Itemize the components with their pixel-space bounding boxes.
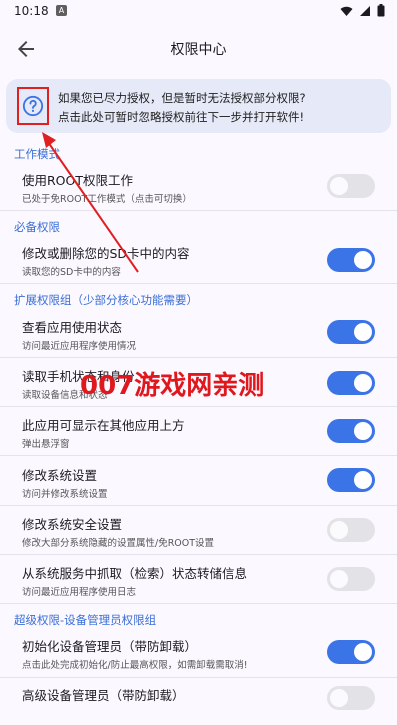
- toggle-switch-sdcard[interactable]: [327, 248, 375, 272]
- permission-item-sdcard[interactable]: 修改或删除您的SD卡中的内容 读取您的SD卡中的内容: [0, 238, 397, 283]
- permission-title: 使用ROOT权限工作: [22, 173, 133, 188]
- permission-title: 修改系统安全设置: [22, 517, 123, 532]
- permission-title: 查看应用使用状态: [22, 320, 123, 335]
- divider: [0, 554, 397, 555]
- permission-subtitle: 访问最近应用程序使用情况: [22, 341, 137, 352]
- watermark: 007游戏网亲测: [80, 371, 265, 401]
- banner-line-1: 如果您已尽力授权，但是暂时无法授权部分权限?: [58, 91, 306, 105]
- battery-icon: [377, 4, 385, 17]
- permission-subtitle: 已处于免ROOT工作模式（点击可切换）: [22, 194, 192, 205]
- permission-item-secure-settings[interactable]: 修改系统安全设置 修改大部分系统隐藏的设置属性/免ROOT设置: [0, 509, 397, 554]
- permission-subtitle: 访问并修改系统设置: [22, 489, 108, 500]
- permission-subtitle: 读取您的SD卡中的内容: [22, 267, 121, 278]
- divider: [0, 677, 397, 678]
- toggle-switch-secure-settings[interactable]: [327, 518, 375, 542]
- section-title-work-mode: 工作模式: [14, 147, 60, 161]
- permission-subtitle: 访问最近应用程序使用日志: [22, 587, 137, 598]
- permission-title: 高级设备管理员（带防卸载）: [22, 688, 185, 703]
- notification-badge: A: [56, 5, 67, 16]
- divider: [0, 283, 397, 284]
- permission-title: 修改系统设置: [22, 468, 98, 483]
- permission-item-write-settings[interactable]: 修改系统设置 访问并修改系统设置: [0, 460, 397, 505]
- toggle-switch-phone-state[interactable]: [327, 371, 375, 395]
- permission-subtitle: 弹出悬浮窗: [22, 439, 70, 450]
- permission-item-usage-stats[interactable]: 查看应用使用状态 访问最近应用程序使用情况: [0, 312, 397, 357]
- permission-title: 初始化设备管理员（带防卸载）: [22, 639, 198, 654]
- toggle-switch-root[interactable]: [327, 174, 375, 198]
- wifi-icon: [340, 6, 353, 16]
- signal-icon: [360, 5, 370, 16]
- divider: [0, 357, 397, 358]
- divider: [0, 603, 397, 604]
- page-title: 权限中心: [170, 42, 227, 58]
- toggle-switch-usage-stats[interactable]: [327, 320, 375, 344]
- status-icons: [340, 4, 385, 17]
- toggle-switch-write-settings[interactable]: [327, 468, 375, 492]
- permission-item-device-admin[interactable]: 初始化设备管理员（带防卸载） 点击此处完成初始化/防止最高权限，如需卸载需取消!: [0, 631, 397, 676]
- toggle-switch-advanced-admin[interactable]: [327, 686, 375, 710]
- permission-title: 此应用可显示在其他应用上方: [22, 418, 185, 433]
- help-button[interactable]: [17, 87, 49, 125]
- divider: [0, 505, 397, 506]
- permission-item-dump[interactable]: 从系统服务中抓取（检索）状态转储信息 访问最近应用程序使用日志: [0, 558, 397, 603]
- app-bar: 权限中心: [0, 24, 397, 74]
- status-time: 10:18: [14, 4, 49, 18]
- permission-title: 从系统服务中抓取（检索）状态转储信息: [22, 566, 248, 581]
- divider: [0, 210, 397, 211]
- permission-item-advanced-admin[interactable]: 高级设备管理员（带防卸载）: [0, 680, 397, 725]
- permission-subtitle: 点击此处完成初始化/防止最高权限，如需卸载需取消!: [22, 660, 248, 671]
- toggle-switch-dump[interactable]: [327, 567, 375, 591]
- permission-item-root[interactable]: 使用ROOT权限工作 已处于免ROOT工作模式（点击可切换）: [0, 165, 397, 210]
- toggle-switch-overlay[interactable]: [327, 419, 375, 443]
- permission-title: 修改或删除您的SD卡中的内容: [22, 246, 190, 261]
- banner-line-2: 点击此处可暂时忽略授权前往下一步并打开软件!: [58, 110, 305, 124]
- section-title-device-admin: 超级权限-设备管理员权限组: [14, 613, 157, 627]
- help-circle-icon: [22, 95, 44, 117]
- divider: [0, 406, 397, 407]
- section-title-required: 必备权限: [14, 220, 60, 234]
- permission-subtitle: 修改大部分系统隐藏的设置属性/免ROOT设置: [22, 538, 215, 549]
- divider: [0, 455, 397, 456]
- status-bar: 10:18 A: [0, 0, 397, 24]
- skip-permission-banner[interactable]: 如果您已尽力授权，但是暂时无法授权部分权限? 点击此处可暂时忽略授权前往下一步并…: [6, 79, 391, 133]
- permission-item-overlay[interactable]: 此应用可显示在其他应用上方 弹出悬浮窗: [0, 410, 397, 455]
- toggle-switch-device-admin[interactable]: [327, 640, 375, 664]
- section-title-extended: 扩展权限组（少部分核心功能需要）: [14, 293, 198, 307]
